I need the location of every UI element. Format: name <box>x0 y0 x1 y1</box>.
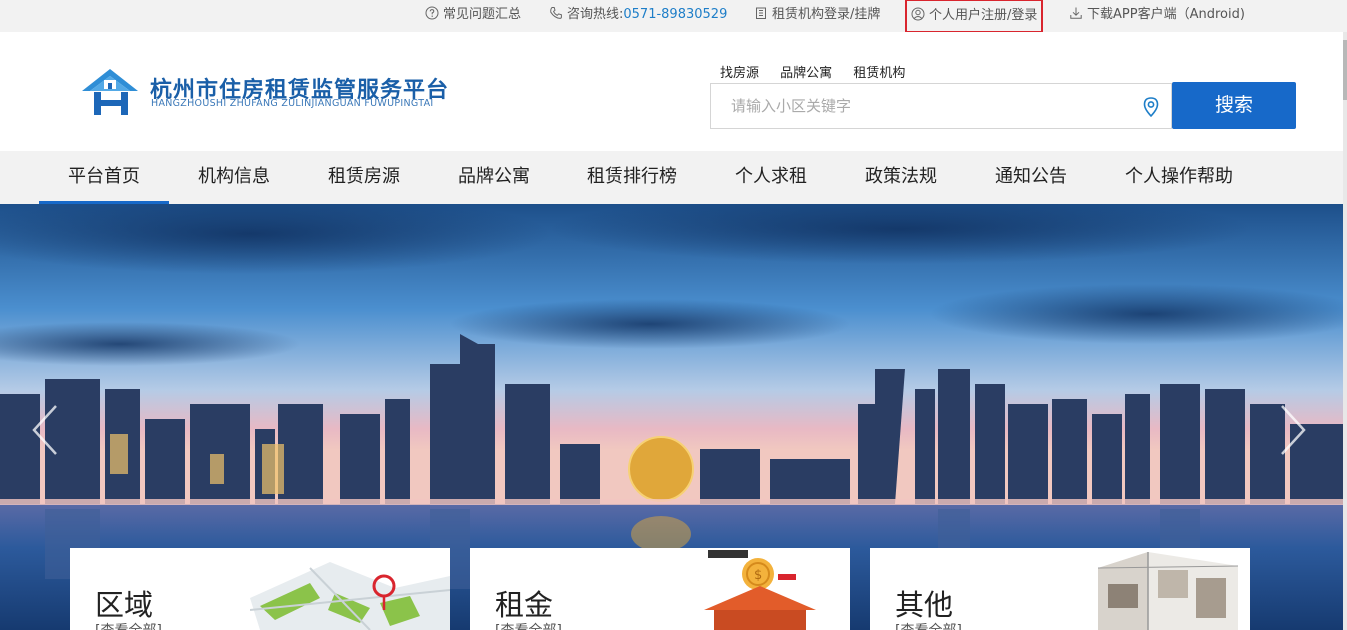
banner-next-arrow[interactable] <box>1278 402 1308 458</box>
faq-link[interactable]: 常见问题汇总 <box>425 0 521 32</box>
floorplan-room-icon <box>1088 548 1250 630</box>
house-logo-icon[interactable] <box>82 67 142 117</box>
nav-item-rental-housing[interactable]: 租赁房源 <box>299 151 429 204</box>
card-region-title: 区域 <box>95 588 154 622</box>
main-nav: 平台首页 机构信息 租赁房源 品牌公寓 租赁排行榜 个人求租 政策法规 通知公告… <box>0 151 1347 204</box>
card-other-title: 其他 <box>895 588 954 622</box>
map-illustration-icon <box>249 548 450 630</box>
logo-subtitle: HANGZHOUSHI ZHUFANG ZULINJIANGUAN FUWUPI… <box>151 98 434 109</box>
agency-login-link[interactable]: 租赁机构登录/挂牌 <box>754 0 880 32</box>
nav-item-notices[interactable]: 通知公告 <box>976 151 1086 204</box>
nav-item-agency-info[interactable]: 机构信息 <box>169 151 299 204</box>
quick-link-rental-agency[interactable]: 租赁机构 <box>853 66 905 81</box>
personal-login-link[interactable]: 个人用户注册/登录 <box>905 0 1044 33</box>
download-app-link[interactable]: 下载APP客户端（Android) <box>1069 0 1245 32</box>
card-region-view-all[interactable]: [查看全部] <box>95 620 162 630</box>
card-rent[interactable]: $ 租金 [查看全部] <box>470 548 850 630</box>
card-other-view-all[interactable]: [查看全部] <box>895 620 962 630</box>
search-input[interactable] <box>711 84 1131 128</box>
card-rent-view-all[interactable]: [查看全部] <box>495 620 562 630</box>
piggy-bank-coin-icon: $ <box>690 548 850 630</box>
nav-item-help[interactable]: 个人操作帮助 <box>1114 151 1244 204</box>
nav-item-policies[interactable]: 政策法规 <box>846 151 956 204</box>
personal-login-label: 个人用户注册/登录 <box>929 8 1038 23</box>
nav-item-brand-apartments[interactable]: 品牌公寓 <box>429 151 559 204</box>
card-rent-title: 租金 <box>495 588 554 622</box>
question-circle-icon <box>425 6 439 20</box>
download-icon <box>1069 6 1083 20</box>
download-app-label: 下载APP客户端（Android) <box>1087 7 1245 22</box>
hotline-label: 咨询热线: <box>567 7 624 22</box>
quick-links: 找房源 品牌公寓 租赁机构 <box>720 62 922 81</box>
hotline: 咨询热线:0571-89830529 <box>549 0 727 32</box>
card-other[interactable]: 其他 [查看全部] <box>870 548 1250 630</box>
card-region[interactable]: 区域 [查看全部] <box>70 548 450 630</box>
user-circle-icon <box>911 7 925 21</box>
nav-item-personal-rental[interactable]: 个人求租 <box>716 151 826 204</box>
search-box <box>710 83 1172 129</box>
agency-login-label: 租赁机构登录/挂牌 <box>772 7 881 22</box>
site-header: 杭州市住房租赁监管服务平台 HANGZHOUSHI ZHUFANG ZULINJ… <box>0 32 1347 151</box>
faq-label: 常见问题汇总 <box>443 7 522 22</box>
page-scrollbar-track[interactable] <box>1343 32 1347 630</box>
quick-link-find-housing[interactable]: 找房源 <box>720 66 759 81</box>
building-icon <box>754 6 768 20</box>
page-scrollbar-thumb[interactable] <box>1343 40 1347 100</box>
banner-prev-arrow[interactable] <box>30 402 60 458</box>
svg-text:$: $ <box>754 568 762 583</box>
phone-icon <box>549 6 563 20</box>
nav-item-rental-ranking[interactable]: 租赁排行榜 <box>572 151 692 204</box>
hotline-number[interactable]: 0571-89830529 <box>623 7 727 22</box>
quick-link-brand-apartment[interactable]: 品牌公寓 <box>780 66 832 81</box>
top-utility-bar: 常见问题汇总 咨询热线:0571-89830529 租赁机构登录/挂牌 个人用户… <box>0 0 1347 33</box>
nav-item-home[interactable]: 平台首页 <box>39 151 169 204</box>
search-button[interactable]: 搜索 <box>1172 82 1296 129</box>
location-pin-icon[interactable] <box>1141 96 1161 118</box>
